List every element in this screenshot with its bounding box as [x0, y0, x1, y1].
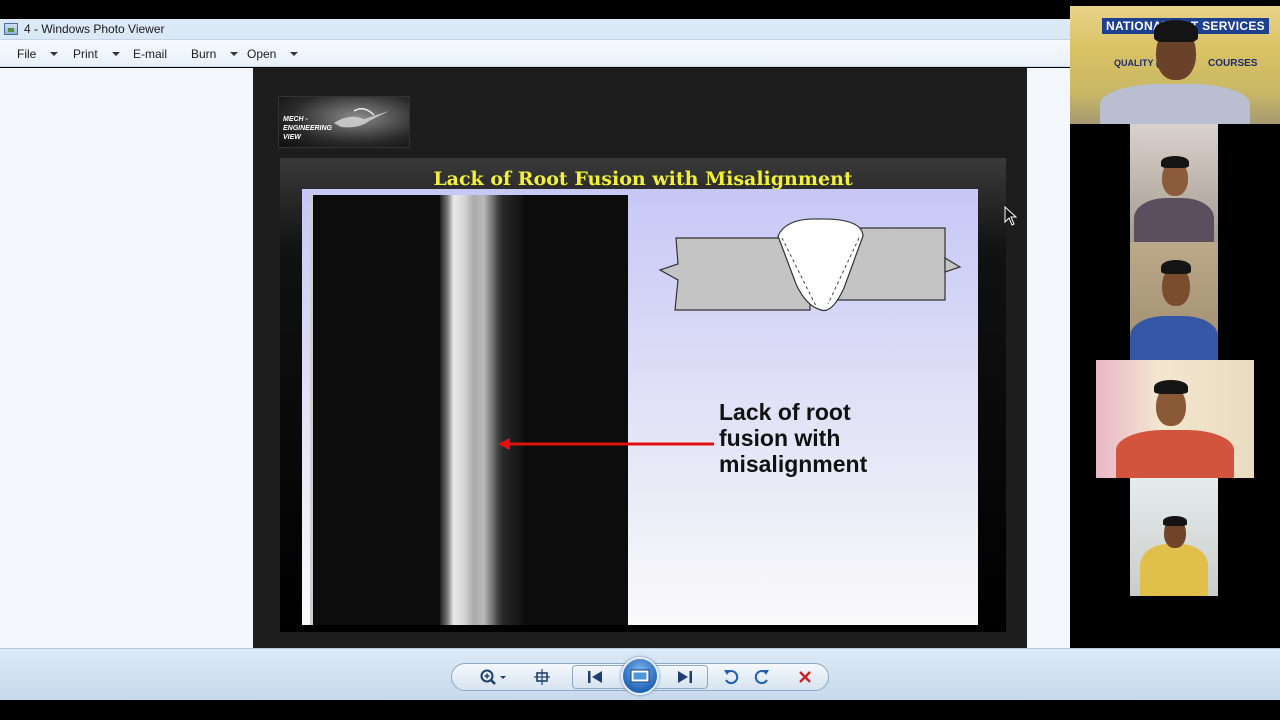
- chevron-down-icon: [50, 52, 59, 56]
- weld-cross-section-diagram: [658, 218, 962, 312]
- actual-size-icon: [534, 669, 550, 685]
- participant-video-tile-1[interactable]: [1130, 124, 1218, 242]
- participant-video-tile-4[interactable]: [1130, 478, 1218, 596]
- menu-open-label: Open: [247, 47, 277, 61]
- previous-icon: [588, 671, 602, 683]
- menu-bar: File Print E-mail Burn Open: [0, 40, 1070, 67]
- rotate-right-button[interactable]: [749, 665, 775, 689]
- participant-4-body: [1140, 544, 1208, 596]
- participant-2-hair: [1161, 260, 1191, 274]
- zoom-icon: [480, 669, 506, 685]
- presenter-video-tile[interactable]: NATIONAL NDT SERVICES QUALITY (QA/QC) CO…: [1070, 6, 1280, 124]
- mech-engineering-logo: MECH - ENGINEERING VIEW: [278, 96, 410, 148]
- menu-open[interactable]: Open: [247, 47, 299, 61]
- slideshow-button[interactable]: [621, 657, 659, 695]
- weld-seam: [440, 195, 502, 625]
- presenter-body: [1100, 84, 1250, 124]
- participant-3-hair: [1154, 380, 1188, 394]
- rotate-right-icon: [754, 670, 769, 685]
- weld-shadow: [500, 195, 524, 625]
- defect-annotation: Lack of root fusion with misalignment: [719, 399, 868, 477]
- zoom-button[interactable]: [478, 665, 510, 689]
- window-title: 4 - Windows Photo Viewer: [24, 22, 165, 36]
- mouse-cursor-icon: [1004, 206, 1018, 226]
- title-bar: 4 - Windows Photo Viewer: [0, 19, 1070, 40]
- next-button[interactable]: [672, 665, 698, 689]
- menu-print[interactable]: Print: [73, 47, 120, 61]
- chevron-down-icon: [230, 52, 239, 56]
- previous-button[interactable]: [582, 665, 608, 689]
- radiograph-edge: [310, 195, 313, 625]
- chevron-down-icon: [290, 52, 299, 56]
- radiograph-image: [310, 195, 628, 625]
- red-arrow-icon: [498, 438, 714, 450]
- menu-file-label: File: [17, 47, 37, 61]
- participant-1-body: [1134, 198, 1214, 242]
- photo-viewer-app-icon: [4, 23, 18, 35]
- bottom-black-strip: [0, 700, 1280, 720]
- chevron-down-icon: [111, 52, 120, 56]
- menu-email-label: E-mail: [133, 47, 168, 61]
- actual-size-button[interactable]: [529, 665, 555, 689]
- menu-burn[interactable]: Burn: [191, 47, 239, 61]
- slide-title: Lack of Root Fusion with Misalignment: [433, 168, 853, 190]
- menu-print-label: Print: [73, 47, 98, 61]
- menu-burn-label: Burn: [191, 47, 217, 61]
- banner-line-2: COURSES: [1208, 58, 1258, 69]
- participant-4-hair: [1163, 516, 1187, 526]
- participant-3-body: [1116, 430, 1234, 478]
- rotate-left-icon: [724, 670, 739, 685]
- next-icon: [678, 671, 692, 683]
- slideshow-icon: [630, 669, 650, 683]
- delete-icon: [799, 671, 811, 683]
- delete-button[interactable]: [792, 665, 818, 689]
- participant-video-tile-2[interactable]: [1130, 242, 1218, 360]
- photo-viewer-screen: 4 - Windows Photo Viewer File Print E-ma…: [0, 0, 1280, 720]
- rotate-left-button[interactable]: [718, 665, 744, 689]
- presenter-hair: [1154, 20, 1198, 42]
- participant-video-tile-3[interactable]: [1096, 360, 1254, 478]
- menu-email[interactable]: E-mail: [133, 47, 167, 61]
- participant-2-body: [1130, 316, 1218, 360]
- menu-file[interactable]: File: [17, 47, 59, 61]
- hummingbird-icon: [334, 108, 389, 128]
- participant-1-hair: [1161, 156, 1189, 168]
